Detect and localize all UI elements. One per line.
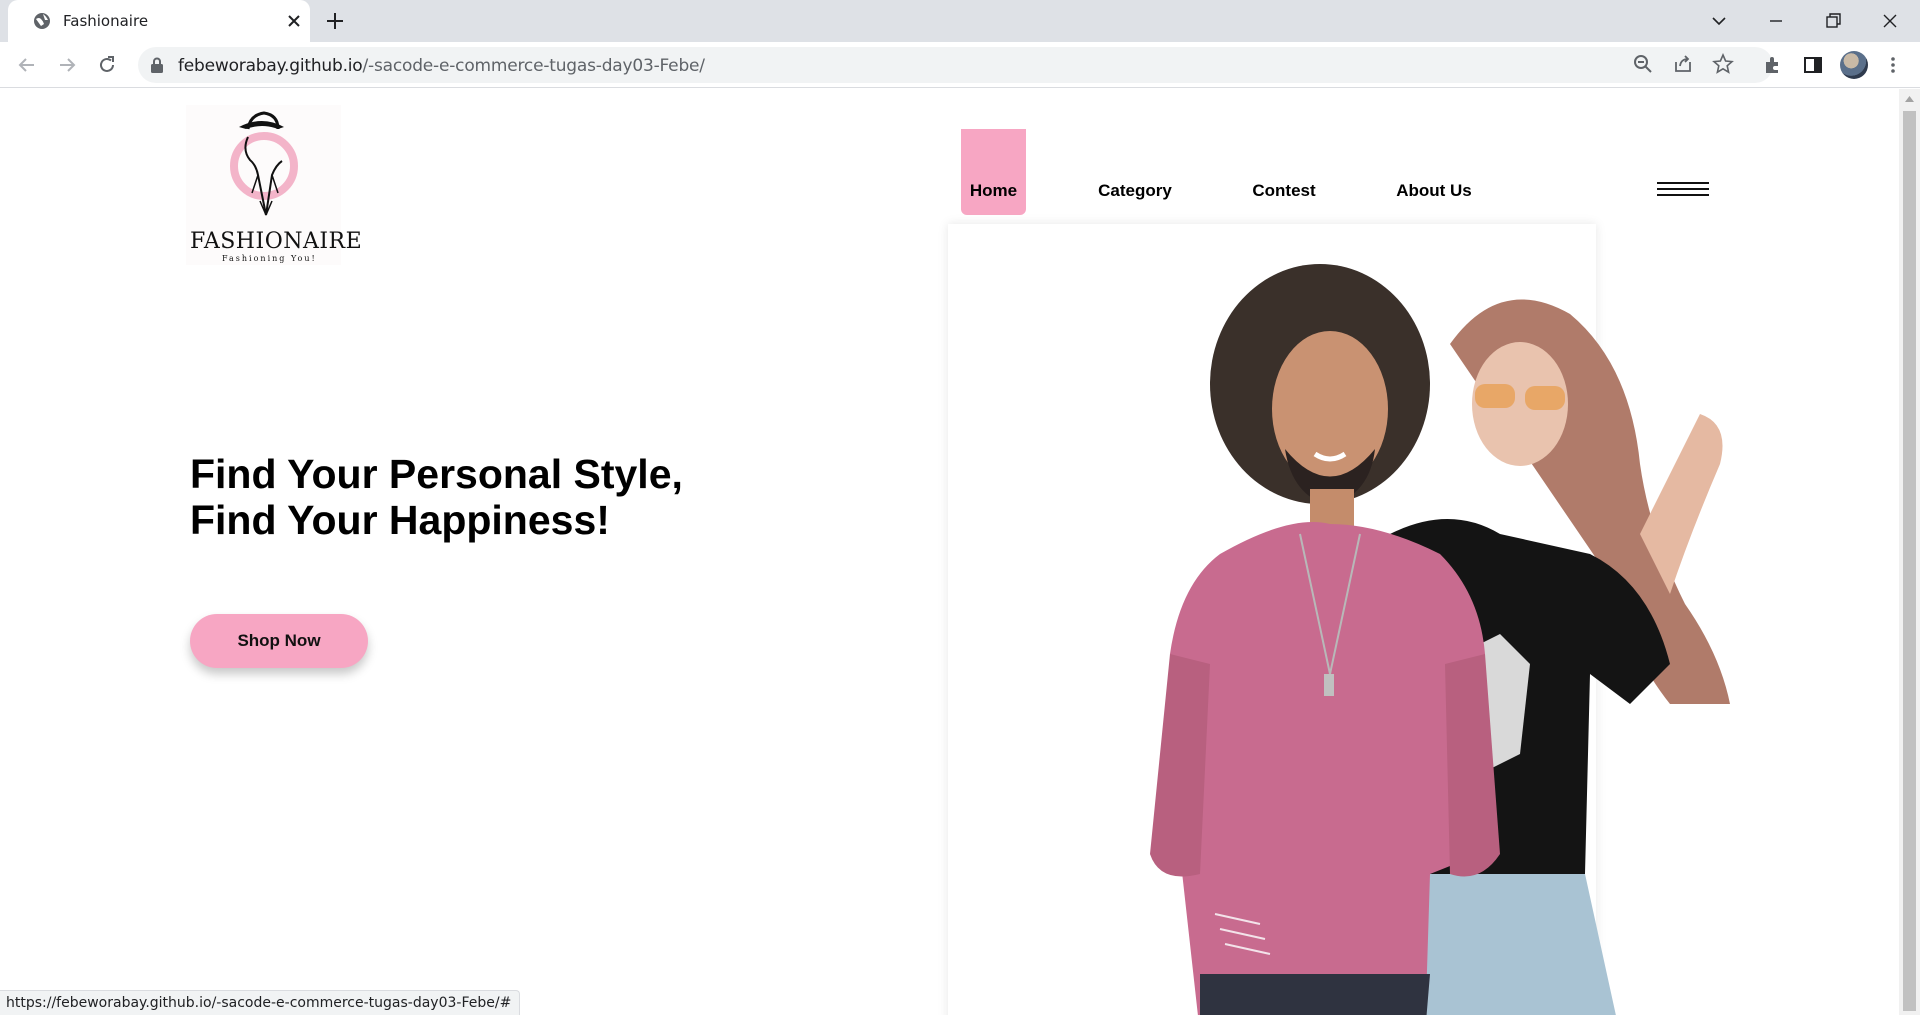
browser-tab[interactable]: Fashionaire <box>8 0 310 42</box>
nav-category[interactable]: Category <box>1095 129 1175 215</box>
bookmark-star-icon[interactable] <box>1712 53 1734 75</box>
nav-contest-label: Contest <box>1252 181 1316 200</box>
scrollbar-thumb[interactable] <box>1903 111 1916 1011</box>
url-text[interactable]: febeworabay.github.io/-sacode-e-commerce… <box>178 56 705 76</box>
back-icon[interactable] <box>16 54 38 76</box>
profile-avatar[interactable] <box>1840 51 1868 79</box>
browser-toolbar: febeworabay.github.io/-sacode-e-commerce… <box>0 42 1920 88</box>
nav-contest[interactable]: Contest <box>1248 129 1320 215</box>
hero-title-line-2: Find Your Happiness! <box>190 497 610 543</box>
kebab-menu-icon[interactable] <box>1882 54 1904 76</box>
page-viewport: FASHIONAIRE Fashioning You! Home Categor… <box>0 89 1899 1015</box>
reload-icon[interactable] <box>96 54 118 76</box>
forward-icon[interactable] <box>56 54 78 76</box>
hero-photo <box>1150 264 1730 1015</box>
nav-about-us[interactable]: About Us <box>1394 129 1474 215</box>
hero-title-line-1: Find Your Personal Style, <box>190 451 683 497</box>
close-window-icon[interactable] <box>1877 8 1903 34</box>
side-panel-icon[interactable] <box>1802 54 1824 76</box>
minimize-icon[interactable] <box>1763 8 1789 34</box>
tab-search-icon[interactable] <box>1706 8 1732 34</box>
nav-home-label: Home <box>969 181 1018 200</box>
nav-about-us-label: About Us <box>1396 181 1472 200</box>
nav-home[interactable]: Home <box>961 129 1026 215</box>
lock-icon[interactable] <box>150 57 164 73</box>
page-scrollbar[interactable] <box>1899 89 1920 1015</box>
close-tab-icon[interactable] <box>286 13 302 29</box>
browser-tabstrip: Fashionaire <box>0 0 1920 42</box>
nav-category-label: Category <box>1098 181 1172 200</box>
globe-icon <box>34 13 50 29</box>
new-tab-icon[interactable] <box>325 11 345 31</box>
logo-wordmark: FASHIONAIRE <box>190 229 363 254</box>
zoom-icon[interactable] <box>1632 53 1654 75</box>
extensions-icon[interactable] <box>1762 54 1784 76</box>
share-icon[interactable] <box>1672 53 1694 75</box>
tab-title: Fashionaire <box>63 12 149 30</box>
restore-icon[interactable] <box>1820 8 1846 34</box>
address-bar[interactable]: febeworabay.github.io/-sacode-e-commerce… <box>138 47 1773 83</box>
hamburger-icon[interactable] <box>1657 182 1709 200</box>
scroll-up-icon[interactable] <box>1904 95 1915 103</box>
shop-now-button[interactable]: Shop Now <box>190 614 368 668</box>
status-bar-url: https://febeworabay.github.io/-sacode-e-… <box>0 990 521 1015</box>
logo-tagline: Fashioning You! <box>222 254 317 263</box>
hero-title: Find Your Personal Style, Find Your Happ… <box>190 451 683 543</box>
